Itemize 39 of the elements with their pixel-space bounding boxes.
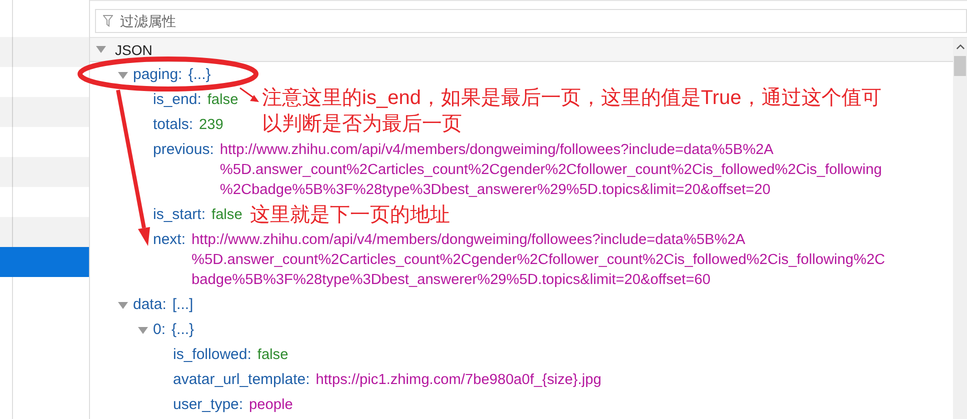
list-row[interactable] (0, 247, 89, 277)
annotation-text: 这里就是下一页的地址 (250, 203, 450, 228)
summary-text: {...} (172, 320, 194, 340)
scrollbar[interactable] (953, 38, 967, 419)
expand-triangle-icon[interactable] (118, 72, 128, 79)
section-header[interactable]: JSON (90, 38, 953, 62)
expand-triangle-icon[interactable] (96, 46, 106, 53)
list-row[interactable] (0, 97, 89, 127)
value-text: people (249, 396, 293, 415)
expand-triangle-icon[interactable] (138, 327, 148, 334)
key-label: paging: (133, 65, 182, 85)
scroll-thumb[interactable] (954, 56, 966, 76)
value-text: false (257, 346, 288, 365)
expand-triangle-icon[interactable] (118, 302, 128, 309)
key-label: next: (153, 230, 186, 250)
value-text: http://www.zhihu.com/api/v4/members/dongweiming/followees?include=data%5B%2A %5D.answer_count%2Carticles_count%2Cgender%2Cfollower_count%2Cis_followed%2Cis_following%2C badge%5B%3F%28type%3Dbest_answerer%29%5D.topics&limit=20&offset=60 (192, 231, 886, 290)
value-text: http://www.zhihu.com/api/v4/members/dongweiming/followees?include=data%5B%2A %5D.answer_count%2Carticles_count%2Cgender%2Cfollower_count%2Cis_followed%2Cis_following %2Cbadge%5B%3F%28type%3Dbest_answerer%29%5D.topics&limit=20&offset=20 (220, 141, 882, 200)
key-label: 0: (153, 320, 166, 340)
key-label: data: (133, 295, 166, 315)
key-label: totals: (153, 115, 194, 135)
annotation-text: 注意这里的is_end，如果是最后一页，这里的值是True，通过这个值可 以判断是否为最后一页 (262, 86, 882, 137)
key-label: is_end: (153, 90, 202, 110)
key-label: is_followed: (173, 345, 252, 365)
scroll-up-icon[interactable] (956, 44, 964, 50)
value-text: https://pic1.zhimg.com/7be980a0f_{size}.jpg (316, 371, 602, 390)
key-label: is_start: (153, 205, 206, 225)
list-row[interactable] (0, 37, 89, 67)
list-row[interactable] (0, 217, 89, 247)
summary-text: [...] (172, 295, 194, 315)
key-label: avatar_url_template: (173, 370, 310, 390)
value-text: false (212, 206, 242, 225)
key-label: user_type: (173, 395, 244, 415)
summary-text: {...} (188, 65, 211, 85)
arrow (240, 87, 259, 102)
key-label: previous: (153, 140, 214, 160)
list-row[interactable] (0, 157, 89, 187)
value-text: false (207, 91, 238, 110)
filter-field[interactable]: 过滤属性 (95, 9, 967, 33)
value-text: 239 (199, 116, 224, 135)
